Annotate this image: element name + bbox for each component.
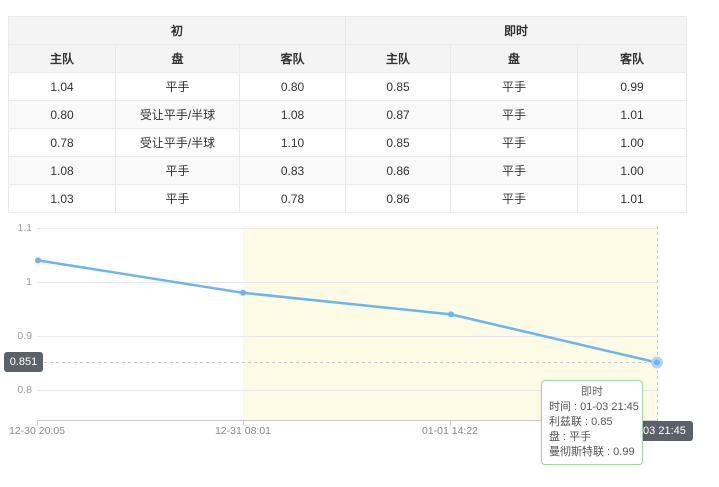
handicap-cell: 平手 (451, 185, 578, 213)
odds-cell: 0.99 (578, 73, 687, 101)
odds-cell: 0.78 (9, 129, 116, 157)
tooltip-home-odds-line: 利兹联 : 0.85 (549, 415, 635, 430)
column-header-row: 主队 盘 客队 主队 盘 客队 (9, 45, 687, 73)
table-row: 1.08 平手 0.83 0.86 平手 1.00 (9, 157, 687, 185)
handicap-cell: 受让平手/半球 (116, 129, 240, 157)
y-axis-label: 0.9 (2, 329, 32, 343)
y-axis-label: 0.8 (2, 383, 32, 397)
odds-cell: 1.03 (9, 185, 116, 213)
odds-cell: 1.01 (578, 185, 687, 213)
data-point[interactable] (35, 257, 41, 263)
col-header-handicap-live: 盘 (451, 45, 578, 73)
handicap-cell: 平手 (116, 157, 240, 185)
x-axis-label: 12-31 08:01 (198, 425, 288, 438)
handicap-cell: 平手 (116, 73, 240, 101)
x-axis-label: 01-01 14:22 (405, 425, 495, 438)
handicap-cell: 平手 (451, 73, 578, 101)
odds-table: 初 即时 主队 盘 客队 主队 盘 客队 1.04 平手 0.80 0.85 平… (8, 16, 687, 213)
odds-cell: 1.08 (9, 157, 116, 185)
odds-cell: 1.01 (578, 101, 687, 129)
odds-cell: 0.86 (346, 157, 451, 185)
odds-movement-chart[interactable]: 1.1 1 0.9 0.8 0.851 12-30 20:05 12-31 08… (0, 215, 719, 487)
handicap-cell: 平手 (451, 129, 578, 157)
odds-cell: 0.80 (9, 101, 116, 129)
y-axis-label: 1.1 (2, 221, 32, 235)
x-axis-label: 12-30 20:05 (0, 425, 82, 438)
col-header-away-initial: 客队 (240, 45, 346, 73)
tooltip-away-odds-line: 曼彻斯特联 : 0.99 (549, 445, 635, 460)
col-header-handicap-initial: 盘 (116, 45, 240, 73)
section-header-live: 即时 (346, 17, 687, 45)
current-value-badge: 0.851 (4, 352, 43, 372)
data-point[interactable] (653, 358, 662, 367)
odds-cell: 1.08 (240, 101, 346, 129)
odds-cell: 0.80 (240, 73, 346, 101)
odds-cell: 1.00 (578, 129, 687, 157)
tooltip-title: 即时 (549, 385, 635, 400)
table-row: 0.78 受让平手/半球 1.10 0.85 平手 1.00 (9, 129, 687, 157)
odds-cell: 1.00 (578, 157, 687, 185)
asian-handicap-odds-panel: 初 即时 主队 盘 客队 主队 盘 客队 1.04 平手 0.80 0.85 平… (0, 0, 719, 487)
odds-cell: 0.87 (346, 101, 451, 129)
handicap-cell: 受让平手/半球 (116, 101, 240, 129)
table-row: 0.80 受让平手/半球 1.08 0.87 平手 1.01 (9, 101, 687, 129)
handicap-cell: 平手 (451, 101, 578, 129)
table-row: 1.03 平手 0.78 0.86 平手 1.01 (9, 185, 687, 213)
section-header-row: 初 即时 (9, 17, 687, 45)
data-point[interactable] (448, 311, 454, 317)
handicap-cell: 平手 (451, 157, 578, 185)
chart-tooltip: 即时 时间 : 01-03 21:45 利兹联 : 0.85 盘 : 平手 曼彻… (541, 380, 643, 465)
odds-cell: 0.85 (346, 73, 451, 101)
y-axis-label: 1 (2, 275, 32, 289)
odds-cell: 0.85 (346, 129, 451, 157)
odds-cell: 1.04 (9, 73, 116, 101)
odds-cell: 0.78 (240, 185, 346, 213)
odds-cell: 0.86 (346, 185, 451, 213)
section-header-initial: 初 (9, 17, 346, 45)
table-row: 1.04 平手 0.80 0.85 平手 0.99 (9, 73, 687, 101)
col-header-home-initial: 主队 (9, 45, 116, 73)
handicap-cell: 平手 (116, 185, 240, 213)
tooltip-time-line: 时间 : 01-03 21:45 (549, 400, 635, 415)
odds-cell: 1.10 (240, 129, 346, 157)
tooltip-handicap-line: 盘 : 平手 (549, 430, 635, 445)
odds-cell: 0.83 (240, 157, 346, 185)
col-header-away-live: 客队 (578, 45, 687, 73)
col-header-home-live: 主队 (346, 45, 451, 73)
data-point[interactable] (240, 290, 246, 296)
